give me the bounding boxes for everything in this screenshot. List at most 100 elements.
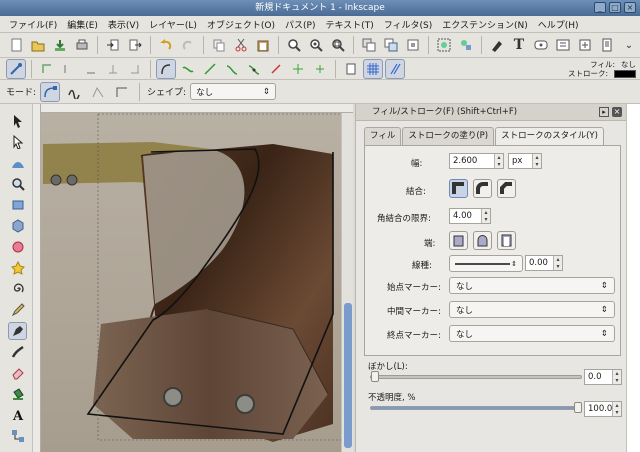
- preferences-icon[interactable]: [575, 35, 595, 55]
- menu-object[interactable]: オブジェクト(O): [202, 18, 280, 31]
- snap-bbox-center-icon[interactable]: [125, 59, 145, 79]
- blur-slider-knob[interactable]: [371, 371, 379, 382]
- snap-paths-icon[interactable]: [178, 59, 198, 79]
- minimize-button[interactable]: _: [594, 2, 606, 13]
- menu-path[interactable]: パス(P): [280, 18, 320, 31]
- zoom-tool-icon[interactable]: [8, 175, 27, 193]
- unlink-clone-icon[interactable]: [403, 35, 423, 55]
- spin-arrows-icon[interactable]: ▴ ▾: [481, 209, 490, 223]
- overflow-chevron-icon[interactable]: ⌄: [619, 35, 639, 55]
- maximize-button[interactable]: □: [609, 2, 621, 13]
- group-icon[interactable]: [434, 35, 454, 55]
- cut-icon[interactable]: [231, 35, 251, 55]
- menu-view[interactable]: 表示(V): [103, 18, 144, 31]
- cap-round-icon[interactable]: [473, 231, 492, 250]
- snap-enable-icon[interactable]: [6, 58, 26, 79]
- scrollbar-thumb[interactable]: [344, 303, 352, 448]
- mid-marker-select[interactable]: なし ⇕: [449, 301, 615, 318]
- miter-limit-input[interactable]: 4.00 ▴ ▾: [449, 208, 491, 224]
- cap-square-icon[interactable]: [497, 231, 516, 250]
- dialog-menu-icon[interactable]: ▸: [599, 107, 609, 117]
- rectangle-tool-icon[interactable]: [8, 196, 27, 214]
- spin-arrows-icon[interactable]: ▴ ▾: [612, 402, 621, 416]
- tweak-tool-icon[interactable]: [8, 154, 27, 172]
- spin-arrows-icon[interactable]: ▴ ▾: [494, 154, 503, 168]
- snap-grid-icon[interactable]: [363, 58, 383, 79]
- redo-icon[interactable]: [178, 35, 198, 55]
- drawing-canvas[interactable]: [33, 104, 353, 452]
- spin-arrows-icon[interactable]: ▴ ▾: [553, 256, 562, 270]
- menu-layer[interactable]: レイヤー(L): [144, 18, 202, 31]
- opacity-slider[interactable]: [370, 402, 582, 413]
- menu-text[interactable]: テキスト(T): [320, 18, 378, 31]
- text-tool-icon[interactable]: A: [8, 406, 27, 424]
- mode-bezier-icon[interactable]: [40, 81, 61, 102]
- snap-bbox-edge-icon[interactable]: [59, 59, 79, 79]
- menu-file[interactable]: ファイル(F): [4, 18, 62, 31]
- star-tool-icon[interactable]: [8, 259, 27, 277]
- export-icon[interactable]: [125, 35, 145, 55]
- snap-smooth-nodes-icon[interactable]: [244, 59, 264, 79]
- join-miter-icon[interactable]: [449, 179, 468, 198]
- opacity-slider-knob[interactable]: [574, 402, 582, 413]
- tab-stroke-paint[interactable]: ストロークの塗り(P): [402, 127, 495, 145]
- text-font-icon[interactable]: T: [509, 35, 529, 55]
- canvas-vertical-scrollbar[interactable]: [341, 113, 353, 452]
- end-marker-select[interactable]: なし ⇕: [449, 325, 615, 342]
- cap-butt-icon[interactable]: [449, 231, 468, 250]
- new-document-icon[interactable]: [6, 35, 26, 55]
- snap-rotation-center-icon[interactable]: [310, 59, 330, 79]
- snap-page-border-icon[interactable]: [341, 59, 361, 79]
- width-input[interactable]: 2.600 ▴ ▾: [449, 153, 504, 169]
- opacity-input[interactable]: 100.0 ▴ ▾: [584, 401, 622, 417]
- shape-select[interactable]: なし ⇕: [190, 83, 277, 100]
- eraser-tool-icon[interactable]: [8, 364, 27, 382]
- snap-midpoints-icon[interactable]: [266, 59, 286, 79]
- horizontal-ruler[interactable]: [33, 104, 353, 113]
- fill-stroke-icon[interactable]: [487, 35, 507, 55]
- pencil-icon[interactable]: [8, 301, 27, 319]
- join-bevel-icon[interactable]: [497, 179, 516, 198]
- tab-stroke-style[interactable]: ストロークのスタイル(Y): [495, 127, 604, 146]
- snap-intersections-icon[interactable]: [200, 59, 220, 79]
- calligraphy-icon[interactable]: [8, 343, 27, 361]
- xml-editor-icon[interactable]: [531, 35, 551, 55]
- snap-bbox-midpoint-icon[interactable]: [103, 59, 123, 79]
- node-tool-icon[interactable]: [8, 133, 27, 151]
- copy-icon[interactable]: [209, 35, 229, 55]
- menu-extensions[interactable]: エクステンション(N): [437, 18, 533, 31]
- zoom-drawing-icon[interactable]: [306, 35, 326, 55]
- join-round-icon[interactable]: [473, 179, 492, 198]
- snap-nodes-icon[interactable]: [156, 58, 176, 79]
- open-file-icon[interactable]: [28, 35, 48, 55]
- spin-arrows-icon[interactable]: ▴ ▾: [612, 370, 621, 384]
- import-icon[interactable]: [103, 35, 123, 55]
- print-icon[interactable]: [72, 35, 92, 55]
- fill-value[interactable]: なし: [621, 59, 636, 70]
- document-properties-icon[interactable]: [597, 35, 617, 55]
- zoom-page-icon[interactable]: [328, 35, 348, 55]
- paste-icon[interactable]: [253, 35, 273, 55]
- zoom-selection-icon[interactable]: [284, 35, 304, 55]
- ellipse-tool-icon[interactable]: [8, 238, 27, 256]
- selector-tool-icon[interactable]: [8, 112, 27, 130]
- menu-filters[interactable]: フィルタ(S): [379, 18, 438, 31]
- snap-bbox-corner-icon[interactable]: [81, 59, 101, 79]
- 3d-box-tool-icon[interactable]: [8, 217, 27, 235]
- undo-icon[interactable]: [156, 35, 176, 55]
- menu-help[interactable]: ヘルプ(H): [533, 18, 584, 31]
- snap-cusp-nodes-icon[interactable]: [222, 59, 242, 79]
- dash-offset-input[interactable]: 0.00 ▴ ▾: [525, 255, 563, 271]
- close-button[interactable]: ×: [624, 2, 636, 13]
- snap-object-centers-icon[interactable]: [288, 59, 308, 79]
- mode-bspline-icon[interactable]: [88, 82, 108, 102]
- connector-tool-icon[interactable]: [8, 427, 27, 445]
- blur-slider[interactable]: [370, 371, 582, 382]
- start-marker-select[interactable]: なし ⇕: [449, 277, 615, 294]
- dash-pattern-select[interactable]: ⇕: [449, 255, 523, 272]
- stroke-swatch[interactable]: [614, 69, 636, 78]
- paint-bucket-tool-icon[interactable]: [8, 385, 27, 403]
- mode-spiro-icon[interactable]: [64, 82, 84, 102]
- spiral-tool-icon[interactable]: [8, 280, 27, 298]
- save-icon[interactable]: [50, 35, 70, 55]
